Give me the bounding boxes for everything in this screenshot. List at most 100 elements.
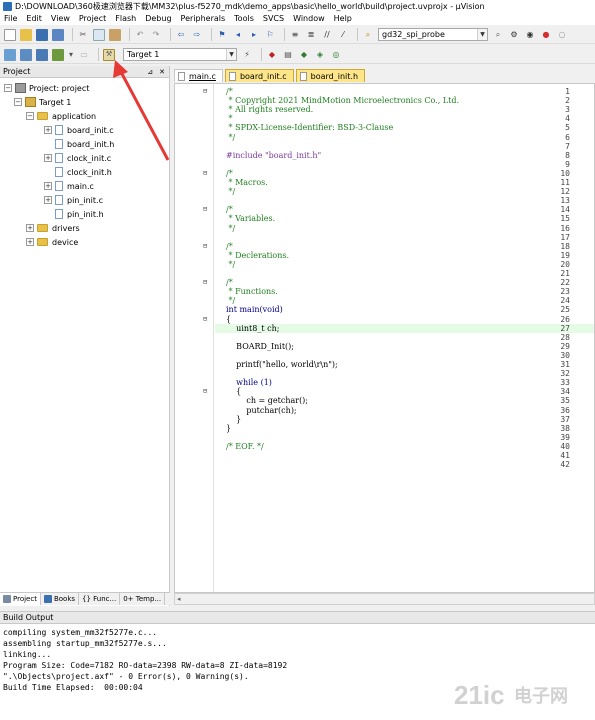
menu-item-window[interactable]: Window (293, 14, 325, 23)
menu-item-tools[interactable]: Tools (234, 14, 254, 23)
tree-item[interactable]: + pin_init.c (44, 193, 103, 207)
pin-icon[interactable]: ⊿ (147, 68, 153, 76)
tree-item[interactable]: − Target 1 (14, 95, 71, 109)
file-extensions-icon[interactable]: ▤ (282, 49, 294, 61)
magic-wand-icon[interactable]: ⚡ (241, 49, 253, 61)
tab-project[interactable]: Project (0, 593, 41, 605)
tree-item-label: pin_init.h (67, 209, 104, 219)
nav-back-icon[interactable]: ⇦ (175, 29, 187, 41)
translate-icon[interactable] (4, 48, 16, 61)
copy-icon[interactable] (93, 28, 105, 41)
save-all-icon[interactable] (52, 28, 64, 41)
scroll-left-icon[interactable]: ◂ (177, 595, 181, 603)
expand-icon[interactable]: + (44, 154, 52, 162)
breakpoint-disabled-icon[interactable]: ○ (556, 29, 568, 41)
prev-bookmark-icon[interactable]: ◂ (232, 29, 244, 41)
expand-icon[interactable]: + (44, 196, 52, 204)
line-number: 41 (560, 451, 570, 460)
collapse-icon[interactable]: − (4, 84, 12, 92)
find-in-files-icon[interactable]: ⌕ (362, 29, 374, 41)
tab-books[interactable]: Books (41, 593, 80, 605)
menu-item-peripherals[interactable]: Peripherals (181, 14, 226, 23)
line-number: 27 (560, 323, 570, 333)
fold-marker-icon[interactable]: ⊟ (203, 315, 207, 324)
fold-marker-icon[interactable]: ⊟ (203, 278, 207, 287)
tab-templates[interactable]: 0+ Temp... (120, 593, 166, 605)
probe-combo[interactable]: gd32_spi_probe ▼ (378, 28, 488, 41)
menu-item-edit[interactable]: Edit (26, 14, 42, 23)
clear-bookmarks-icon[interactable]: ⚐ (264, 29, 276, 41)
tab-main-c[interactable]: main.c (174, 69, 223, 82)
chevron-down-icon[interactable]: ▾ (68, 49, 74, 61)
horizontal-scrollbar[interactable]: ◂ (174, 593, 595, 605)
bookmark-icon[interactable]: ⚑ (216, 29, 228, 41)
build-icon[interactable] (20, 48, 32, 61)
menu-item-view[interactable]: View (51, 14, 70, 23)
tree-item[interactable]: + board_init.c (44, 123, 114, 137)
tree-item[interactable]: + drivers (26, 221, 80, 235)
nav-forward-icon[interactable]: ⇨ (191, 29, 203, 41)
breakpoint-icon[interactable]: ● (540, 29, 552, 41)
code-line: * (226, 114, 233, 124)
open-folder-icon[interactable] (20, 28, 32, 41)
tree-item[interactable]: board_init.h (44, 137, 114, 151)
menu-item-file[interactable]: File (4, 14, 17, 23)
comment-icon[interactable]: // (321, 29, 333, 41)
tree-item[interactable]: + main.c (44, 179, 94, 193)
expand-icon[interactable]: + (44, 182, 52, 190)
new-file-icon[interactable] (4, 28, 16, 41)
stop-build-icon[interactable]: ▭ (78, 49, 90, 61)
tree-item[interactable]: + clock_init.c (44, 151, 111, 165)
pack-installer-icon[interactable]: ◆ (298, 49, 310, 61)
indent-icon[interactable]: ≡ (289, 29, 301, 41)
menu-item-svcs[interactable]: SVCS (263, 14, 284, 23)
tab-board-init-h[interactable]: board_init.h (295, 69, 366, 82)
cut-icon[interactable]: ✂ (77, 29, 89, 41)
code-line: */ (226, 132, 236, 142)
menu-item-project[interactable]: Project (79, 14, 106, 23)
chevron-down-icon[interactable]: ▼ (226, 49, 236, 60)
expand-icon[interactable]: + (26, 238, 34, 246)
uncomment-icon[interactable]: ⁄ (337, 29, 349, 41)
expand-icon[interactable]: + (26, 224, 34, 232)
tree-item[interactable]: − Project: project (4, 81, 89, 95)
menu-item-debug[interactable]: Debug (145, 14, 171, 23)
target-options-icon[interactable]: ⚒ (103, 48, 115, 61)
rebuild-icon[interactable] (36, 48, 48, 61)
manage-components-icon[interactable]: ◆ (266, 49, 278, 61)
code-editor[interactable]: 1 ⊟ /* 2 * Copyright 2021 MindMotion Microe… (174, 83, 595, 593)
collapse-icon[interactable]: − (14, 98, 22, 106)
select-software-packs-icon[interactable]: ◈ (314, 49, 326, 61)
fold-marker-icon[interactable]: ⊟ (203, 205, 207, 214)
menu-item-flash[interactable]: Flash (115, 14, 136, 23)
save-icon[interactable] (36, 28, 48, 41)
expand-icon[interactable]: + (44, 126, 52, 134)
target-combo[interactable]: Target 1 ▼ (123, 48, 237, 61)
folder-icon (37, 112, 48, 120)
close-icon[interactable]: ✕ (159, 68, 165, 76)
tree-item[interactable]: − application (26, 109, 96, 123)
fold-marker-icon[interactable]: ⊟ (203, 242, 207, 251)
menu-item-help[interactable]: Help (334, 14, 352, 23)
fold-marker-icon[interactable]: ⊟ (203, 387, 207, 396)
run-time-environment-icon[interactable]: ◎ (330, 49, 342, 61)
tab-functions[interactable]: {} Func... (79, 593, 121, 605)
tree-item[interactable]: clock_init.h (44, 165, 112, 179)
tree-item[interactable]: pin_init.h (44, 207, 104, 221)
view-icon[interactable]: ◉ (524, 29, 536, 41)
line-number: 28 (560, 332, 570, 342)
chevron-down-icon[interactable]: ▼ (477, 29, 487, 40)
download-icon[interactable] (52, 48, 64, 61)
tree-item[interactable]: + device (26, 235, 78, 249)
find-icon[interactable]: ⌕ (492, 29, 504, 41)
fold-marker-icon[interactable]: ⊟ (203, 169, 207, 178)
paste-icon[interactable] (109, 28, 121, 41)
fold-marker-icon[interactable]: ⊟ (203, 87, 207, 96)
tab-board-init-c[interactable]: board_init.c (224, 69, 294, 82)
settings-icon[interactable]: ⚙ (508, 29, 520, 41)
next-bookmark-icon[interactable]: ▸ (248, 29, 260, 41)
undo-icon[interactable]: ↶ (134, 29, 146, 41)
redo-icon[interactable]: ↷ (150, 29, 162, 41)
unindent-icon[interactable]: ≣ (305, 29, 317, 41)
collapse-icon[interactable]: − (26, 112, 34, 120)
